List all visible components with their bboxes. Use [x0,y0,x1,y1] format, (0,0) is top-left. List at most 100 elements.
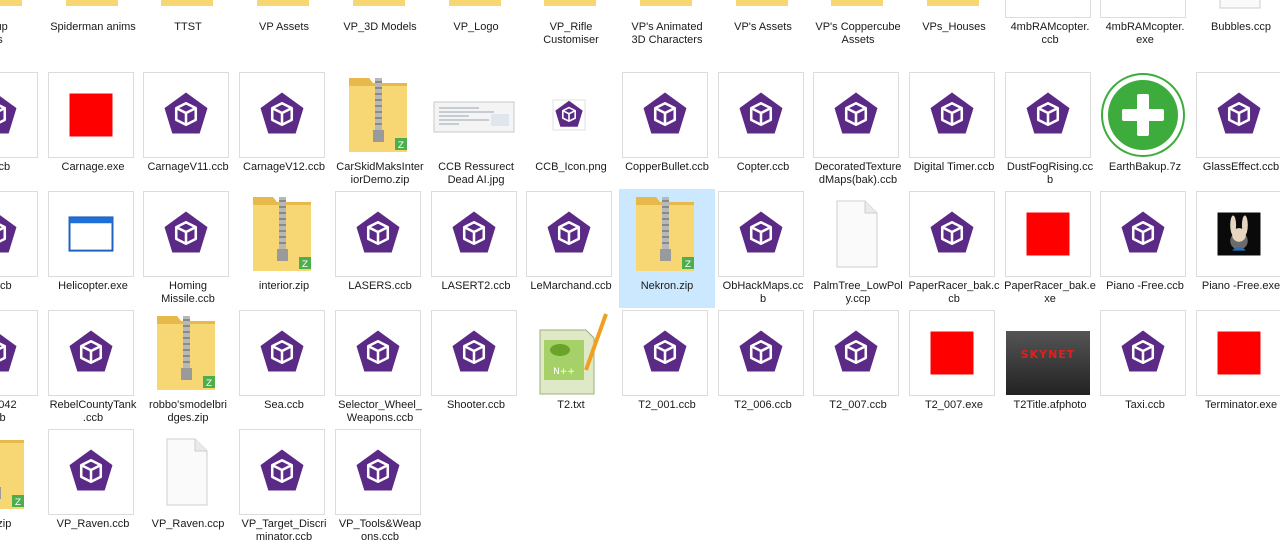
file-item[interactable]: Copter.ccb [715,70,811,189]
file-item[interactable]: VP_Tools&Weap ons.ccb [332,427,428,546]
file-name-label: e.ccb [0,161,11,173]
file-name-label: es.zip [0,518,12,530]
file-name-label: VP Assets [259,21,309,33]
file-item[interactable]: Terminator.exe [1193,308,1280,427]
file-item[interactable]: PaperRacer_bak.c cb [906,189,1002,308]
file-name-label: TTST [174,21,202,33]
file-name-label: Nekron.zip [640,280,694,292]
file-name-label: CCB Ressurect Dead AI.jpg [438,161,514,186]
file-item[interactable]: PaperRacer_bak.e xe [1002,189,1098,308]
file-item[interactable]: CarnageV11.ccb [140,70,236,189]
file-item[interactable]: Zinterior.zip [236,189,332,308]
file-item[interactable]: RebelCountyTank .ccb [45,308,141,427]
ccb-icon [622,310,708,396]
file-item[interactable]: Zes.zip [0,427,45,546]
file-item[interactable]: Selector_Wheel_ Weapons.ccb [332,308,428,427]
file-item[interactable]: DecoratedTexture dMaps(bak).ccb [810,70,906,189]
exe-window-icon [1100,0,1186,18]
file-name-label: T2.txt [557,399,585,411]
file-item[interactable]: Carnage.exe [45,70,141,189]
file-name-label: VP's Coppercube Assets [815,21,901,46]
file-item[interactable]: Spiderman anims [45,0,141,49]
file-item[interactable]: Piano -Free.ccb [1097,189,1193,308]
file-item[interactable]: VP's Assets [715,0,811,49]
file-name-label: 4mbRAMcopter. exe [1105,21,1185,46]
file-item[interactable]: Z Nekron.zip [619,189,715,308]
file-item[interactable]: T2_001.ccb [619,308,715,427]
file-name-label: Taxi.ccb [1125,399,1165,411]
ccb-icon [431,310,517,396]
file-item[interactable]: GlassEffect.ccb [1193,70,1280,189]
file-item[interactable]: CarnageV12.ccb [236,70,332,189]
file-item[interactable]: Z CarSkidMaksInter iorDemo.zip [332,70,428,189]
file-item[interactable]: VP_Raven.ccp [140,427,236,546]
blank-file-icon [1196,0,1280,18]
file-name-label: T2_007.exe [924,399,984,411]
file-name-label: EarthBakup.7z [1108,161,1182,173]
file-item[interactable]: Piano -Free.exe [1193,189,1280,308]
file-item[interactable]: Helicopter.exe [45,189,141,308]
file-item[interactable]: SKYNET T2Title.afphoto [1002,308,1098,427]
file-name-label: Piano -Free.exe [1201,280,1280,292]
file-item[interactable]: CCB_Icon.png [523,70,619,189]
file-item[interactable]: EarthBakup.7z [1097,70,1193,189]
zip-folder-icon: Z [143,310,229,396]
file-item[interactable]: VPs_Houses [906,0,1002,49]
file-item[interactable]: VP_Raven.ccb [45,427,141,546]
file-item[interactable]: Taxi.ccb [1097,308,1193,427]
file-name-label: CarSkidMaksInter iorDemo.zip [336,161,424,186]
file-item[interactable]: nty_042 ccb [0,308,45,427]
file-item[interactable]: T2_007.exe [906,308,1002,427]
ccb-icon [239,310,325,396]
file-item[interactable]: ObHackMaps.cc b [715,189,811,308]
file-item[interactable]: 4mbRAMcopter. ccb [1002,0,1098,49]
file-item[interactable]: Bubbles.ccp [1193,0,1280,49]
file-item[interactable]: e.ccb [0,70,45,189]
file-item[interactable]: VP's Animated 3D Characters [619,0,715,49]
file-item[interactable]: Homing Missile.ccb [140,189,236,308]
file-item[interactable]: PalmTree_LowPol y.ccp [810,189,906,308]
file-icon-grid: mup os Spiderman anims TTST VP Assets VP_3D … [0,0,1280,543]
file-item[interactable]: Sea.ccb [236,308,332,427]
ccb-icon [813,72,899,158]
file-item[interactable]: 4mbRAMcopter. exe [1097,0,1193,49]
file-name-label: CCB_Icon.png [535,161,607,173]
ccb-icon [1100,191,1186,277]
file-item[interactable]: LeMarchand.ccb [523,189,619,308]
thumbnail-title: SKYNET [1020,348,1076,361]
file-item[interactable]: TTST [140,0,236,49]
file-item[interactable]: VP_Rifle Customiser [523,0,619,49]
skynet-thumb-icon: SKYNET [1005,310,1091,396]
svg-text:Z: Z [15,498,21,508]
notepadpp-icon: N++ [526,310,612,396]
ccb-icon [1196,72,1280,158]
folder-icon [622,0,708,18]
file-item[interactable]: T2_007.ccb [810,308,906,427]
file-item[interactable]: VP_3D Models [332,0,428,49]
file-item[interactable]: DustFogRising.cc b [1002,70,1098,189]
file-item[interactable]: Zrobbo'smodelbri dges.zip [140,308,236,427]
file-item[interactable]: er.ccb [0,189,45,308]
file-name-label: RebelCountyTank .ccb [49,399,137,424]
file-item[interactable]: LASERT2.ccb [428,189,524,308]
file-item[interactable]: VP Assets [236,0,332,49]
small-ccb-icon [526,72,612,158]
file-name-label: T2_001.ccb [638,399,696,411]
svg-text:Z: Z [206,379,212,389]
file-item[interactable]: VP_Logo [428,0,524,49]
file-item[interactable]: VP_Target_Discri minator.ccb [236,427,332,546]
file-item[interactable]: Shooter.ccb [428,308,524,427]
file-item[interactable]: LASERS.ccb [332,189,428,308]
file-name-label: T2Title.afphoto [1013,399,1087,411]
file-item[interactable]: CopperBullet.ccb [619,70,715,189]
file-item[interactable]: T2_006.ccb [715,308,811,427]
file-name-label: Selector_Wheel_ Weapons.ccb [338,399,422,424]
file-item[interactable]: N++ T2.txt [523,308,619,427]
file-item[interactable]: mup os [0,0,45,49]
file-item[interactable]: Digital Timer.ccb [906,70,1002,189]
file-name-label: VP_Raven.ccp [151,518,225,530]
file-item[interactable]: CCB Ressurect Dead AI.jpg [428,70,524,189]
ccb-icon [335,310,421,396]
file-name-label: DustFogRising.cc b [1006,161,1094,186]
file-item[interactable]: VP's Coppercube Assets [810,0,906,49]
